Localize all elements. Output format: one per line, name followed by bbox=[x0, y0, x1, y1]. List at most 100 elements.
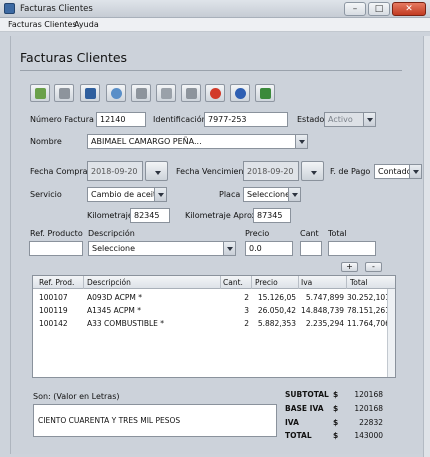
maximize-button[interactable]: □ bbox=[368, 2, 390, 16]
servicio-label: Servicio bbox=[30, 190, 62, 199]
vertical-scrollbar[interactable] bbox=[423, 36, 430, 457]
table-scrollbar[interactable] bbox=[387, 289, 395, 377]
fecha-compra-label: Fecha Compra bbox=[30, 167, 88, 176]
print-alt-button[interactable] bbox=[131, 84, 151, 102]
menu-facturas-clientes[interactable]: Facturas Clientes bbox=[6, 19, 79, 30]
col-divider bbox=[220, 276, 221, 289]
col-divider bbox=[251, 276, 252, 289]
cell-precio: 26.050,42 bbox=[257, 306, 296, 315]
col-iva[interactable]: Iva bbox=[301, 278, 312, 287]
cell-descripcion: A093D ACPM * bbox=[87, 293, 142, 302]
servicio-select[interactable]: Cambio de aceite bbox=[87, 187, 167, 202]
cell-precio: 5.882,353 bbox=[257, 319, 296, 328]
cell-cant: 2 bbox=[244, 319, 249, 328]
menu-ayuda[interactable]: Ayuda bbox=[72, 19, 101, 30]
table-row[interactable]: 100119 A1345 ACPM * 3 26.050,42 14.848,7… bbox=[33, 304, 395, 316]
cancel-icon bbox=[210, 88, 221, 99]
export-button[interactable] bbox=[255, 84, 275, 102]
col-precio[interactable]: Precio bbox=[255, 278, 278, 287]
placa-value: Seleccione bbox=[247, 190, 291, 199]
total-label-bottom: TOTAL bbox=[285, 431, 312, 440]
cell-ref: 100107 bbox=[39, 293, 68, 302]
fecha-compra-picker-button[interactable] bbox=[145, 161, 168, 181]
print-icon bbox=[59, 88, 70, 99]
servicio-value: Cambio de aceite bbox=[91, 190, 162, 199]
cell-descripcion: A33 COMBUSTIBLE * bbox=[87, 319, 165, 328]
chevron-down-icon bbox=[363, 113, 375, 126]
col-divider bbox=[298, 276, 299, 289]
fecha-vencimiento-picker-button[interactable] bbox=[301, 161, 324, 181]
cell-total: 78.151,261 bbox=[347, 306, 390, 315]
col-cant[interactable]: Cant. bbox=[223, 278, 243, 287]
print-small-button[interactable] bbox=[181, 84, 201, 102]
total-label: Total bbox=[328, 229, 347, 238]
placa-label: Placa bbox=[219, 190, 241, 199]
ref-producto-label: Ref. Producto bbox=[30, 229, 83, 238]
minimize-button[interactable]: – bbox=[344, 2, 366, 16]
ref-producto-field[interactable] bbox=[29, 241, 83, 256]
table-header: Ref. Prod. Descripción Cant. Precio Iva … bbox=[33, 276, 395, 289]
descripcion-select[interactable]: Seleccione bbox=[88, 241, 236, 256]
cell-total: 30.252,101 bbox=[347, 293, 390, 302]
search-button[interactable] bbox=[106, 84, 126, 102]
cell-total: 11.764,706 bbox=[347, 319, 390, 328]
precio-field[interactable]: 0.0 bbox=[245, 241, 293, 256]
nombre-label: Nombre bbox=[30, 137, 62, 146]
base-iva-value: 120168 bbox=[354, 404, 383, 413]
numero-factura-label: Número Factura bbox=[30, 115, 94, 124]
kilometraje-aprox-field[interactable]: 87345 bbox=[253, 208, 291, 223]
cant-field[interactable] bbox=[300, 241, 322, 256]
son-value-box: CIENTO CUARENTA Y TRES MIL PESOS bbox=[33, 404, 277, 437]
nombre-value: ABIMAEL CAMARGO PEÑA... bbox=[91, 137, 202, 146]
app-icon bbox=[4, 3, 15, 14]
numero-factura-field[interactable]: 12140 bbox=[96, 112, 146, 127]
new-button[interactable] bbox=[30, 84, 50, 102]
col-total[interactable]: Total bbox=[350, 278, 368, 287]
kilometraje-field[interactable]: 82345 bbox=[130, 208, 170, 223]
kilometraje-label: Kilometraje bbox=[87, 211, 133, 220]
copy-button[interactable] bbox=[156, 84, 176, 102]
table-row[interactable]: 100107 A093D ACPM * 2 15.126,05 5.747,89… bbox=[33, 291, 395, 303]
print-button[interactable] bbox=[54, 84, 74, 102]
chevron-down-icon bbox=[295, 135, 307, 148]
col-divider bbox=[83, 276, 84, 289]
remove-item-button[interactable]: - bbox=[365, 262, 382, 272]
form-title: Facturas Clientes bbox=[20, 50, 128, 65]
subtotal-value: 120168 bbox=[354, 390, 383, 399]
subtotal-label: SUBTOTAL bbox=[285, 390, 329, 399]
base-iva-label: BASE IVA bbox=[285, 404, 324, 413]
save-icon bbox=[85, 88, 96, 99]
search-icon bbox=[111, 88, 122, 99]
items-table: Ref. Prod. Descripción Cant. Precio Iva … bbox=[32, 275, 396, 378]
col-ref-prod[interactable]: Ref. Prod. bbox=[39, 278, 74, 287]
help-button[interactable] bbox=[230, 84, 250, 102]
table-row[interactable]: 100142 A33 COMBUSTIBLE * 2 5.882,353 2.2… bbox=[33, 317, 395, 329]
identificacion-field[interactable]: 7977-253 bbox=[204, 112, 288, 127]
kilometraje-aprox-label: Kilometraje Aprox. bbox=[185, 211, 259, 220]
cancel-button[interactable] bbox=[205, 84, 225, 102]
iva-label: IVA bbox=[285, 418, 299, 427]
estado-value: Activo bbox=[328, 115, 353, 124]
cell-cant: 3 bbox=[244, 306, 249, 315]
total-field[interactable] bbox=[328, 241, 376, 256]
cell-iva: 14.848,739 bbox=[301, 306, 344, 315]
cell-precio: 15.126,05 bbox=[257, 293, 296, 302]
forma-pago-select[interactable]: Contado bbox=[374, 164, 422, 179]
forma-pago-value: Contado bbox=[378, 167, 412, 176]
chevron-down-icon bbox=[288, 188, 300, 201]
estado-label: Estado bbox=[297, 115, 325, 124]
close-button[interactable]: ✕ bbox=[392, 2, 426, 16]
add-item-button[interactable]: + bbox=[341, 262, 358, 272]
title-divider bbox=[20, 70, 402, 71]
placa-select[interactable]: Seleccione bbox=[243, 187, 301, 202]
forma-pago-label: F. de Pago bbox=[330, 167, 371, 176]
estado-select[interactable]: Activo bbox=[324, 112, 376, 127]
fecha-compra-field[interactable]: 2018-09-20 bbox=[87, 161, 143, 181]
fecha-vencimiento-field[interactable]: 2018-09-20 bbox=[243, 161, 299, 181]
nombre-select[interactable]: ABIMAEL CAMARGO PEÑA... bbox=[87, 134, 308, 149]
save-button[interactable] bbox=[80, 84, 100, 102]
identificacion-label: Identificación bbox=[153, 115, 207, 124]
son-value: CIENTO CUARENTA Y TRES MIL PESOS bbox=[38, 416, 181, 425]
fecha-vencimiento-label: Fecha Vencimiento bbox=[176, 167, 252, 176]
col-descripcion[interactable]: Descripción bbox=[87, 278, 131, 287]
